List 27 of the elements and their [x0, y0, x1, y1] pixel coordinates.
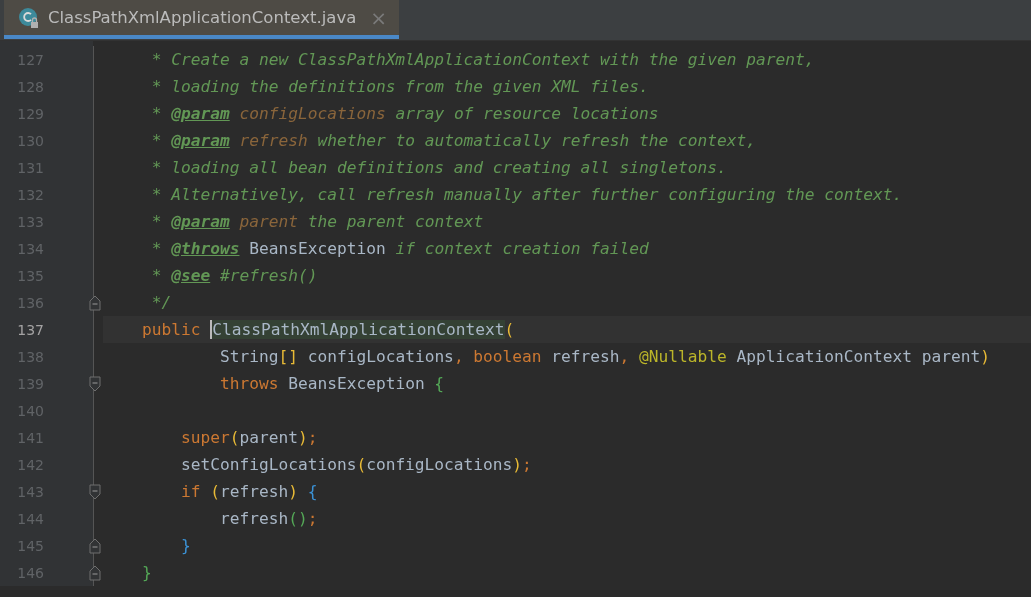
code-line: * @param refresh whether to automatically refresh the context,: [150, 130, 756, 152]
code-line: public ClassPathXmlApplicationContext(: [140, 319, 515, 341]
code-line: * loading the definitions from the given XML files.: [150, 76, 649, 98]
code-line: if (refresh) {: [179, 481, 318, 503]
code-line: * @throws BeansException if context creation failed: [150, 238, 649, 260]
code-line: * @param configLocations array of resource locations: [150, 103, 659, 125]
fold-marker-icon[interactable]: [89, 537, 101, 554]
code-line: * @param parent the parent context: [150, 211, 484, 233]
line-number: 137: [16, 321, 44, 338]
code-line: throws BeansException {: [218, 373, 445, 395]
code-line: * loading all bean definitions and creating all singletons.: [150, 157, 727, 179]
code-line: setConfigLocations(configLocations);: [179, 454, 532, 476]
code-line: * Create a new ClassPathXmlApplicationContext with the given parent,: [150, 49, 815, 71]
fold-marker-icon[interactable]: [89, 483, 101, 500]
code-line: refresh();: [218, 508, 318, 530]
code-line: String[] configLocations, boolean refresh, @Nullable ApplicationContext parent): [218, 346, 990, 368]
fold-marker-icon[interactable]: [89, 294, 101, 311]
code-line: */: [150, 292, 172, 314]
class-file-icon: [18, 6, 40, 29]
fold-marker-icon[interactable]: [89, 564, 101, 581]
code-line: }: [179, 535, 191, 557]
code-line: * Alternatively, call refresh manually after further configuring the context.: [150, 184, 903, 206]
fold-marker-icon[interactable]: [89, 375, 101, 392]
file-tab[interactable]: ClassPathXmlApplicationContext.java ×: [4, 0, 400, 39]
code-line: super(parent);: [179, 427, 318, 449]
code-line: * @see #refresh(): [150, 265, 318, 287]
code-line: }: [140, 562, 152, 584]
